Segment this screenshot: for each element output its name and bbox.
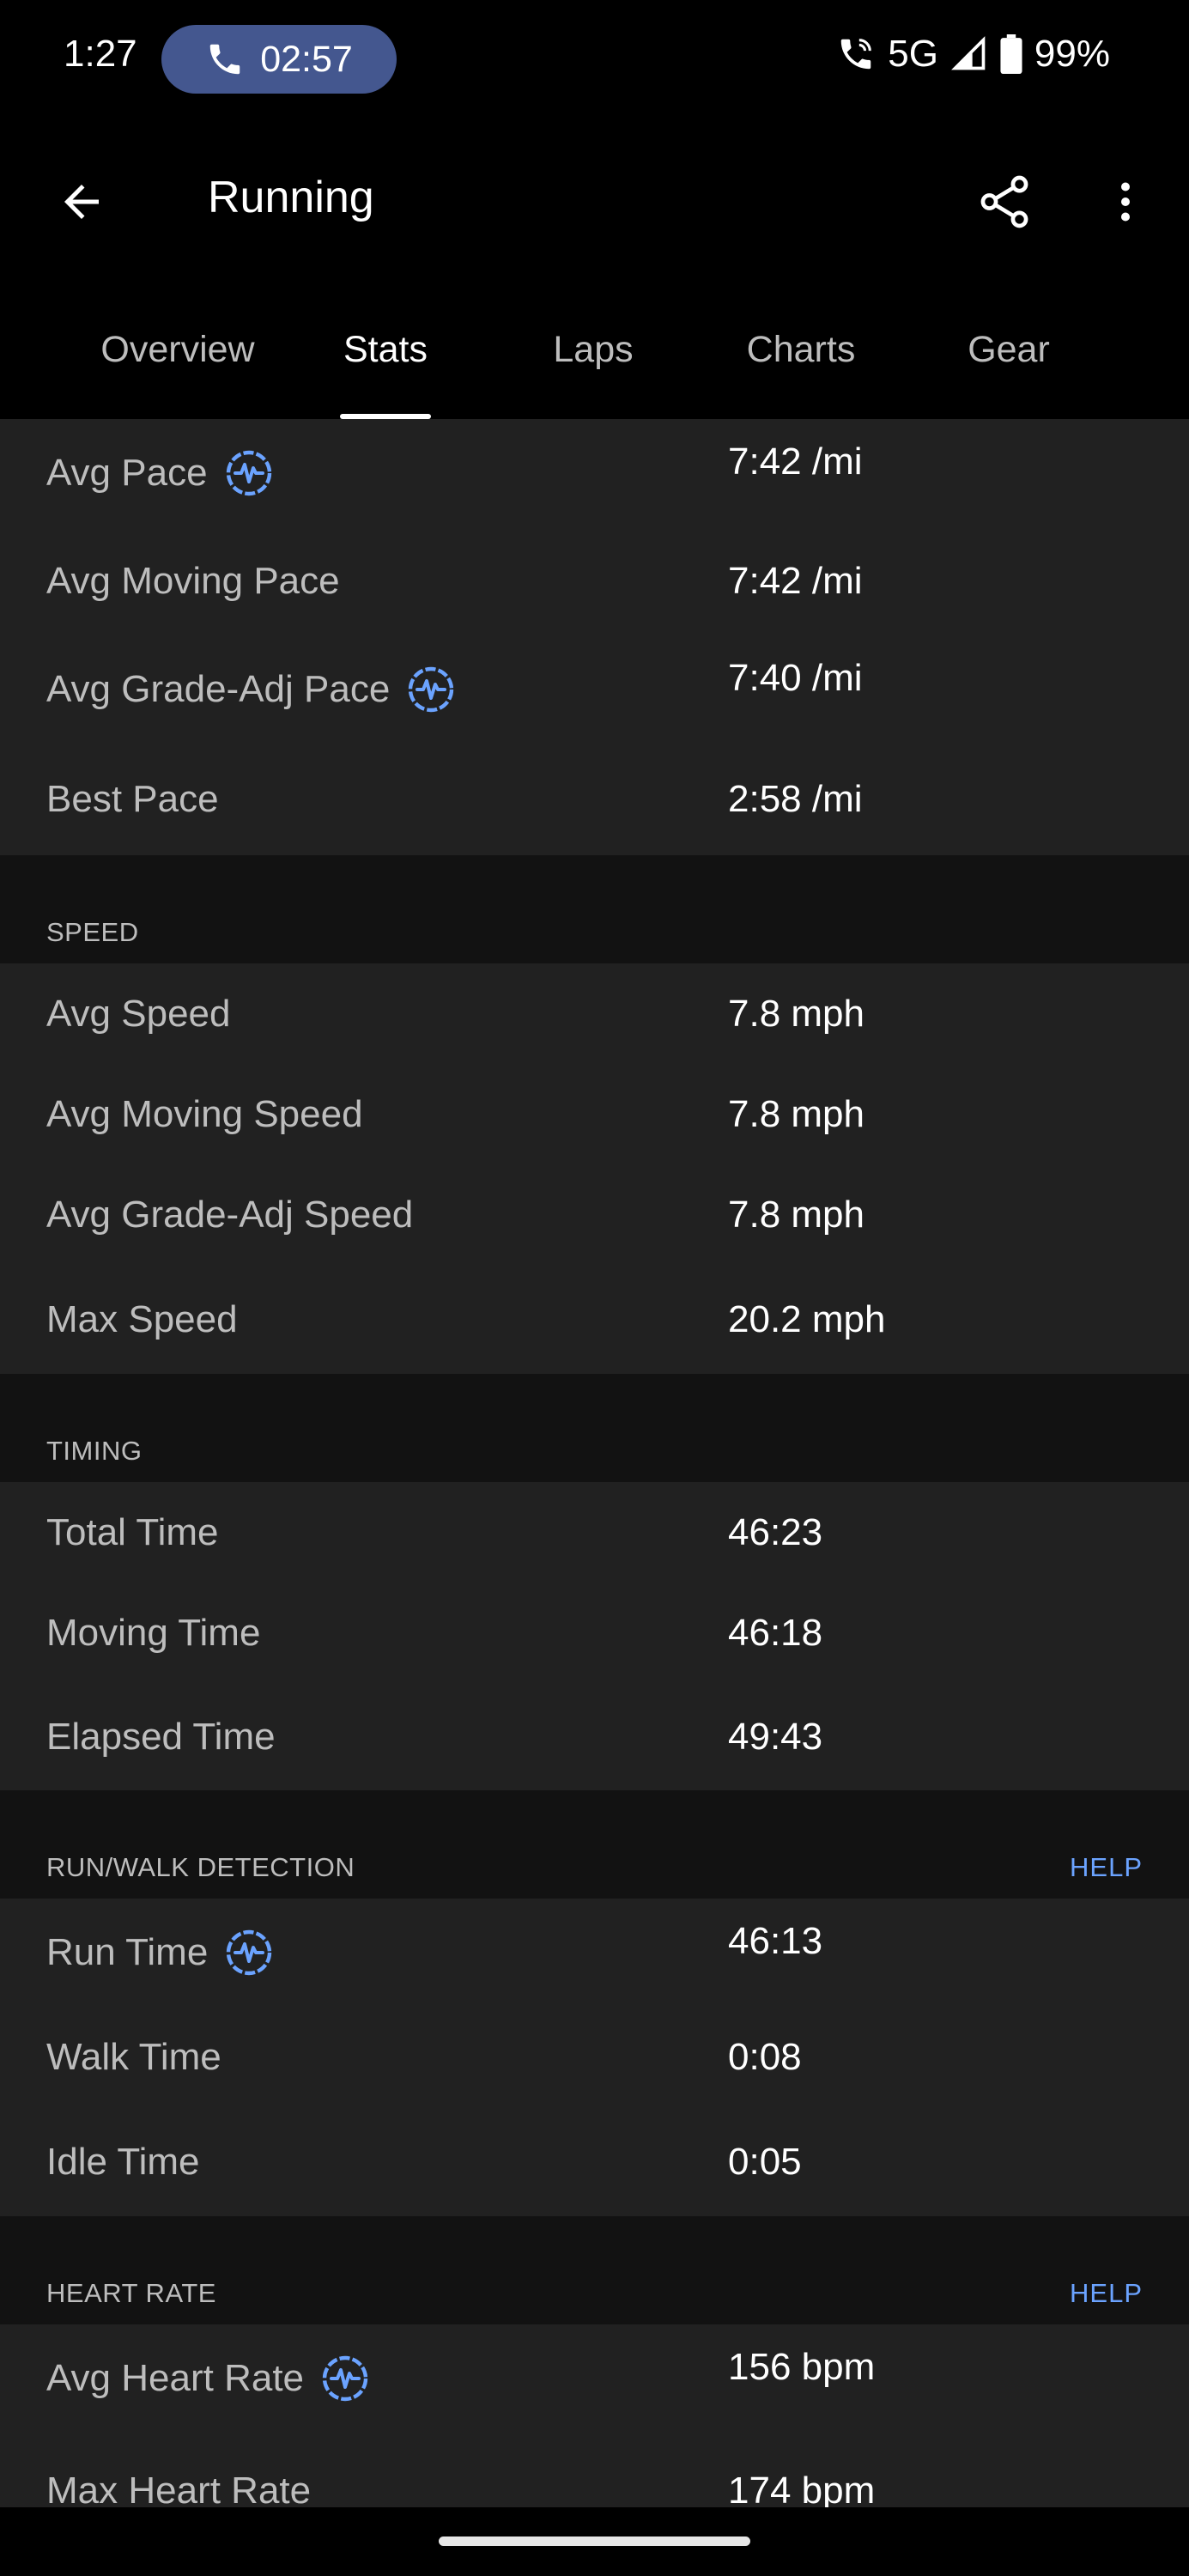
stat-value: 2:58 /mi — [728, 778, 863, 820]
stat-label: Avg Grade-Adj Speed — [46, 1193, 414, 1236]
stat-row-run-time[interactable]: Run Time 46:13 — [0, 1899, 1189, 2007]
stat-label: Elapsed Time — [46, 1715, 276, 1758]
home-gesture-bar[interactable] — [439, 2537, 750, 2546]
back-button[interactable] — [43, 163, 120, 240]
battery-icon — [1000, 34, 1022, 74]
ongoing-call-chip[interactable]: 02:57 — [161, 25, 397, 94]
page-title: Running — [208, 173, 374, 222]
gesture-nav-area — [0, 2507, 1189, 2576]
tab-overview[interactable]: Overview — [74, 283, 282, 419]
stat-value: 7.8 mph — [728, 992, 864, 1035]
stat-row-best-pace[interactable]: Best Pace 2:58 /mi — [0, 744, 1189, 855]
tab-laps[interactable]: Laps — [489, 283, 697, 419]
section-header-heart-rate: HEART RATE HELP — [0, 2216, 1189, 2324]
heart-rate-section: Avg Heart Rate 156 bpm Max Heart Rate 17… — [0, 2324, 1189, 2507]
wave-badge-icon[interactable] — [225, 449, 273, 497]
stat-row-walk-time[interactable]: Walk Time 0:08 — [0, 2007, 1189, 2107]
stat-label: Walk Time — [46, 2035, 221, 2078]
arrow-back-icon — [64, 185, 99, 219]
help-link[interactable]: HELP — [1070, 1852, 1143, 1883]
stats-list[interactable]: Avg Pace 7:42 /mi Avg Moving Pace 7:42 /… — [0, 419, 1189, 2507]
stat-label: Avg Moving Speed — [46, 1092, 363, 1135]
help-link[interactable]: HELP — [1070, 2278, 1143, 2309]
stat-value: 20.2 mph — [728, 1297, 886, 1340]
pace-section: Avg Pace 7:42 /mi Avg Moving Pace 7:42 /… — [0, 419, 1189, 855]
stat-value: 0:05 — [728, 2140, 802, 2183]
stat-row-idle-time[interactable]: Idle Time 0:05 — [0, 2107, 1189, 2216]
app-bar: Running — [0, 120, 1189, 283]
stat-value: 7:42 /mi — [728, 440, 863, 483]
stat-row-avg-speed[interactable]: Avg Speed 7.8 mph — [0, 963, 1189, 1064]
stat-row-avg-grade-adj-pace[interactable]: Avg Grade-Adj Pace 7:40 /mi — [0, 635, 1189, 744]
stat-value: 7:42 /mi — [728, 560, 863, 602]
stat-value: 156 bpm — [728, 2346, 876, 2389]
section-header-speed: SPEED — [0, 855, 1189, 963]
stat-value: 46:13 — [728, 1920, 823, 1963]
stat-row-elapsed-time[interactable]: Elapsed Time 49:43 — [0, 1683, 1189, 1790]
phone-icon — [209, 44, 240, 75]
stat-label: Avg Heart Rate — [46, 2357, 305, 2399]
section-title: HEART RATE — [46, 2278, 216, 2308]
stat-row-max-speed[interactable]: Max Speed 20.2 mph — [0, 1265, 1189, 1374]
stat-row-moving-time[interactable]: Moving Time 46:18 — [0, 1583, 1189, 1683]
stat-value: 0:08 — [728, 2035, 802, 2078]
battery-level: 99% — [1034, 33, 1110, 75]
stat-row-avg-grade-adj-speed[interactable]: Avg Grade-Adj Speed 7.8 mph — [0, 1164, 1189, 1265]
stat-row-avg-moving-speed[interactable]: Avg Moving Speed 7.8 mph — [0, 1064, 1189, 1164]
stat-label: Moving Time — [46, 1611, 261, 1654]
status-bar: 1:27 02:57 5G 99% — [0, 0, 1189, 120]
stat-row-avg-heart-rate[interactable]: Avg Heart Rate 156 bpm — [0, 2324, 1189, 2433]
stat-label: Avg Moving Pace — [46, 560, 340, 602]
wave-badge-icon[interactable] — [407, 665, 455, 714]
stat-value: 7.8 mph — [728, 1193, 864, 1236]
tab-charts[interactable]: Charts — [697, 283, 905, 419]
stat-row-max-heart-rate[interactable]: Max Heart Rate 174 bpm — [0, 2433, 1189, 2508]
share-button[interactable] — [966, 163, 1043, 240]
section-title: SPEED — [46, 917, 139, 947]
more-options-button[interactable] — [1087, 163, 1164, 240]
stat-row-total-time[interactable]: Total Time 46:23 — [0, 1482, 1189, 1583]
stat-value: 7.8 mph — [728, 1092, 864, 1135]
stat-label: Avg Grade-Adj Pace — [46, 668, 391, 710]
run-walk-section: Run Time 46:13 Walk Time 0:08 Idle Time … — [0, 1899, 1189, 2216]
stat-value: 7:40 /mi — [728, 657, 863, 700]
share-icon — [980, 175, 1028, 228]
stat-row-avg-moving-pace[interactable]: Avg Moving Pace 7:42 /mi — [0, 527, 1189, 635]
stat-label: Total Time — [46, 1510, 219, 1553]
stat-label: Run Time — [46, 1931, 209, 1973]
stat-value: 49:43 — [728, 1715, 823, 1758]
stat-value: 174 bpm — [728, 2469, 876, 2508]
stat-label: Idle Time — [46, 2140, 200, 2183]
network-type: 5G — [888, 33, 938, 75]
status-icons: 5G 99% — [836, 33, 1110, 76]
stat-label: Max Speed — [46, 1297, 238, 1340]
signal-icon — [950, 36, 986, 70]
status-time: 1:27 — [64, 33, 137, 75]
stat-row-avg-pace[interactable]: Avg Pace 7:42 /mi — [0, 419, 1189, 527]
tab-stats[interactable]: Stats — [282, 283, 489, 419]
section-header-timing: TIMING — [0, 1374, 1189, 1482]
tab-gear[interactable]: Gear — [905, 283, 1113, 419]
section-title: RUN/WALK DETECTION — [46, 1852, 355, 1882]
timing-section: Total Time 46:23 Moving Time 46:18 Elaps… — [0, 1482, 1189, 1790]
stat-value: 46:23 — [728, 1510, 823, 1553]
section-header-run-walk: RUN/WALK DETECTION HELP — [0, 1790, 1189, 1899]
wave-badge-icon[interactable] — [321, 2354, 369, 2403]
section-title: TIMING — [46, 1436, 143, 1466]
wifi-calling-icon — [840, 39, 872, 70]
stat-label: Max Heart Rate — [46, 2469, 312, 2508]
stat-label: Best Pace — [46, 778, 219, 820]
stat-label: Avg Pace — [46, 452, 208, 494]
wave-badge-icon[interactable] — [225, 1929, 273, 1977]
call-timer: 02:57 — [260, 38, 353, 80]
speed-section: Avg Speed 7.8 mph Avg Moving Speed 7.8 m… — [0, 963, 1189, 1374]
tab-bar: Overview Stats Laps Charts Gear — [0, 283, 1189, 419]
stat-value: 46:18 — [728, 1611, 823, 1654]
stat-label: Avg Speed — [46, 992, 231, 1035]
more-vert-icon — [1121, 182, 1130, 222]
